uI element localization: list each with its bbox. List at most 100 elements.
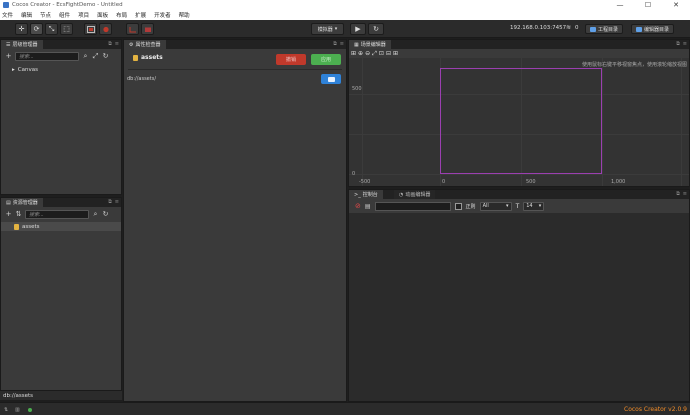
menu-panel[interactable]: 面板 — [97, 11, 108, 19]
move-tool-icon[interactable]: ✛ — [15, 23, 28, 35]
menu-file[interactable]: 文件 — [2, 11, 13, 19]
menu-layout[interactable]: 布局 — [116, 11, 127, 19]
menu-icon[interactable]: ≡ — [115, 41, 119, 47]
menu-edit[interactable]: 编辑 — [21, 11, 32, 19]
menu-component[interactable]: 组件 — [59, 11, 70, 19]
rect-tool-icon[interactable]: ⬚ — [60, 23, 73, 35]
menu-extension[interactable]: 扩展 — [135, 11, 146, 19]
popout-icon[interactable]: ⧉ — [676, 191, 680, 197]
menu-icon[interactable]: ≡ — [115, 199, 119, 205]
console-filter-input[interactable] — [374, 201, 451, 211]
asset-path-bar: db://assets — [0, 391, 122, 400]
sort-icon[interactable]: ⇅ — [15, 210, 22, 218]
zoom-fit-icon[interactable]: ⊞ — [351, 50, 356, 57]
scene-viewport[interactable]: 使用鼠标右键平移视窗焦点，使用滚轮缩放视图 500 0 -500 0 500 1… — [349, 58, 689, 186]
apply-button[interactable]: 应用 — [311, 54, 341, 65]
menu-icon[interactable]: ≡ — [683, 41, 687, 47]
add-node-icon[interactable]: + — [5, 52, 12, 60]
pin-icon[interactable]: ⇅ — [4, 407, 8, 413]
rotate-tool-icon[interactable]: ⟳ — [30, 23, 43, 35]
project-folder-label: 工程目录 — [598, 26, 619, 33]
console-panel: >_ 控制台 ◔ 动画编辑器 ⧉ ≡ ⊘ ▤ 正则 All ▾ T 14 ▾ — [348, 189, 690, 402]
play-controls: ▶ ↻ — [350, 23, 384, 35]
refresh-icon[interactable]: ↻ — [102, 52, 109, 60]
wifi-icon: ≋ — [566, 24, 572, 31]
console-output[interactable] — [349, 213, 689, 401]
menu-icon[interactable]: ≡ — [683, 191, 687, 197]
x-axis-label: -500 — [359, 179, 371, 185]
search-icon[interactable]: ⌕ — [82, 52, 89, 61]
tab-console[interactable]: >_ 控制台 — [349, 190, 383, 199]
maximize-icon[interactable]: ☐ — [634, 0, 662, 10]
y-axis-label: 500 — [352, 86, 362, 92]
tree-item-canvas[interactable]: ▸ Canvas — [12, 67, 38, 73]
tab-inspector[interactable]: ⚙ 属性检查器 — [124, 40, 166, 49]
popout-icon[interactable]: ⧉ — [676, 41, 680, 47]
distribute-icon[interactable]: ⊟ — [386, 50, 391, 57]
window-title: Cocos Creator - EcsFightDemo - Untitled — [12, 2, 123, 8]
panel-tabbar: >_ 控制台 ◔ 动画编辑器 ⧉ ≡ — [349, 190, 689, 199]
gizmo-camera-svg — [144, 27, 151, 32]
expand-icon[interactable]: ⤢ — [92, 52, 99, 61]
console-icon: >_ — [354, 191, 361, 198]
assets-search-input[interactable]: 搜索... — [25, 209, 89, 219]
folder-icon — [636, 26, 642, 32]
regex-checkbox[interactable] — [454, 202, 462, 210]
panel-tools: ⧉ ≡ — [333, 41, 344, 47]
scene-panel: ▦ 场景编辑器 ⧉ ≡ ⊞ ⊕ ⊖ ⤢ ⊡ ⊟ ⊞ 使用鼠标右键平移视窗焦点，使… — [348, 39, 690, 187]
tab-assets[interactable]: ▤ 资源管理器 — [1, 198, 43, 207]
open-folder-button[interactable] — [321, 74, 341, 84]
zoom-reset-icon[interactable]: ⤢ — [372, 50, 377, 58]
pivot-center-svg — [102, 26, 109, 32]
folder-icon — [327, 76, 335, 82]
regex-label: 正则 — [465, 203, 476, 210]
tree-item-assets[interactable]: assets — [1, 222, 121, 231]
expand-arrow-icon[interactable]: ▸ — [12, 67, 15, 73]
hierarchy-search-input[interactable]: 搜索... — [15, 51, 79, 61]
x-axis-label: 500 — [526, 179, 536, 185]
play-icon[interactable]: ▶ — [350, 23, 366, 35]
refresh-icon[interactable]: ↻ — [368, 23, 384, 35]
panel-tools: ⧉ ≡ — [108, 199, 119, 205]
hierarchy-search-row: + 搜索... ⌕ ⤢ ↻ — [1, 50, 121, 62]
font-size-select[interactable]: 14 ▾ — [523, 201, 545, 211]
pivot-local-icon[interactable] — [84, 23, 97, 35]
menu-help[interactable]: 帮助 — [179, 11, 190, 19]
tab-animation-editor[interactable]: ◔ 动画编辑器 — [394, 190, 436, 199]
log-level-select[interactable]: All ▾ — [479, 201, 512, 211]
menu-node[interactable]: 节点 — [40, 11, 51, 19]
grid-line — [349, 174, 689, 175]
tab-hierarchy[interactable]: ☰ 层级管理器 — [1, 40, 43, 49]
project-folder-button[interactable]: 工程目录 — [585, 24, 624, 34]
align-icon[interactable]: ⊡ — [379, 50, 384, 57]
connection-status-icon — [28, 408, 32, 412]
gizmo-camera-icon[interactable] — [141, 23, 154, 35]
pivot-tools — [84, 23, 112, 35]
open-log-icon[interactable]: ▤ — [365, 203, 371, 210]
popout-icon[interactable]: ⧉ — [108, 199, 112, 205]
tab-console-label: 控制台 — [362, 192, 378, 198]
gizmo-2d-svg — [129, 26, 136, 32]
editor-folder-button[interactable]: 编辑器目录 — [631, 24, 675, 34]
grid-icon[interactable]: ⊞ — [393, 50, 398, 57]
popout-icon[interactable]: ⧉ — [108, 41, 112, 47]
gizmo-2d-icon[interactable] — [126, 23, 139, 35]
minimize-icon[interactable]: — — [606, 0, 634, 10]
zoom-in-icon[interactable]: ⊕ — [358, 50, 363, 57]
add-asset-icon[interactable]: + — [5, 210, 12, 218]
search-icon[interactable]: ⌕ — [92, 210, 99, 219]
clear-console-icon[interactable]: ⊘ — [355, 202, 361, 210]
refresh-icon[interactable]: ↻ — [102, 210, 109, 218]
scale-tool-icon[interactable]: ⤡ — [45, 23, 58, 35]
pivot-center-icon[interactable] — [99, 23, 112, 35]
menu-icon[interactable]: ≡ — [340, 41, 344, 47]
trash-icon[interactable]: ▥ — [15, 407, 20, 413]
revert-button[interactable]: 撤销 — [276, 54, 306, 65]
tab-scene[interactable]: ▦ 场景编辑器 — [349, 40, 391, 49]
popout-icon[interactable]: ⧉ — [333, 41, 337, 47]
close-icon[interactable]: ✕ — [662, 0, 690, 10]
zoom-out-icon[interactable]: ⊖ — [365, 50, 370, 57]
menu-developer[interactable]: 开发者 — [154, 11, 171, 19]
menu-project[interactable]: 项目 — [78, 11, 89, 19]
preview-platform-select[interactable]: 模拟器 ▾ — [311, 23, 344, 35]
